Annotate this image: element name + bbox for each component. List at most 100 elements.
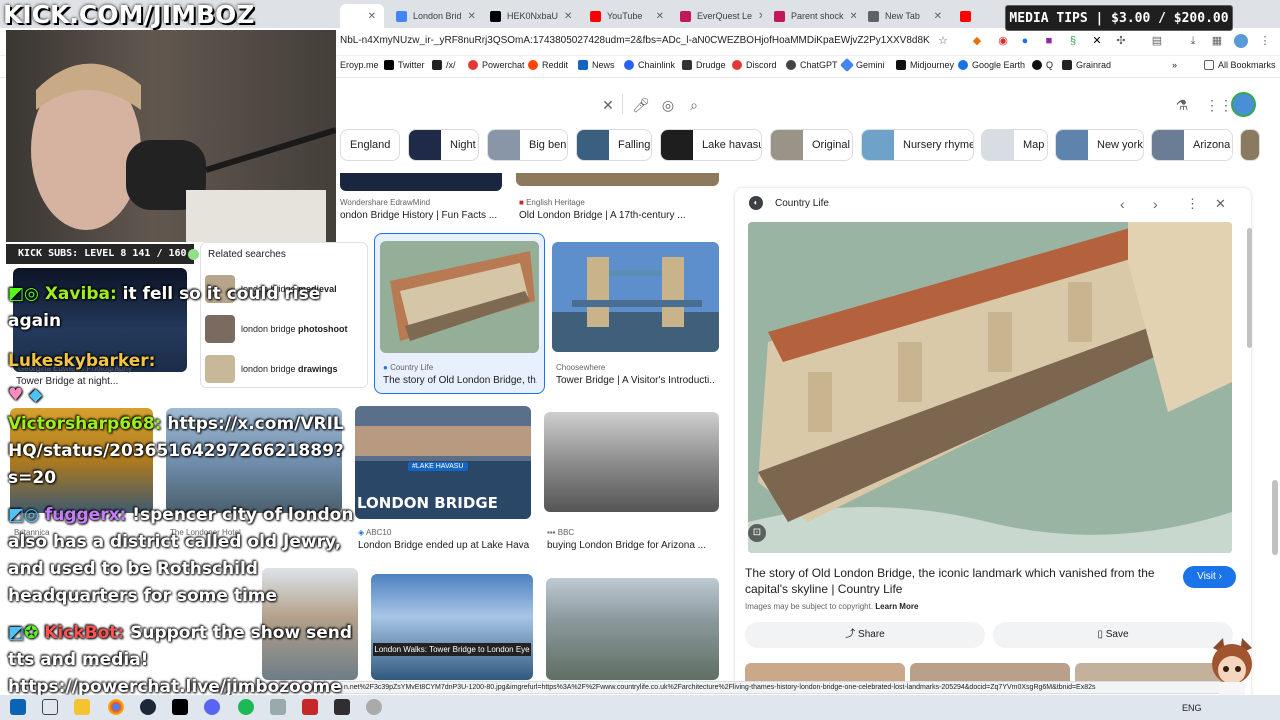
tab-new-tab[interactable]: New Tab ✕ — [860, 4, 950, 28]
related-item-photoshoot[interactable]: london bridge photoshoot — [205, 314, 365, 344]
learn-more-link[interactable]: Learn More — [875, 602, 918, 611]
chip-arizona[interactable]: Arizona — [1151, 129, 1233, 161]
close-icon[interactable]: ✕ — [934, 11, 942, 22]
result-image[interactable] — [340, 173, 502, 191]
bookmark-item[interactable]: News — [578, 60, 615, 70]
panel-title[interactable]: The story of Old London Bridge, the icon… — [745, 565, 1170, 597]
close-icon[interactable]: ✕ — [850, 11, 856, 22]
bookmark-item[interactable]: Grainrad — [1062, 60, 1111, 70]
windows-start-icon[interactable] — [10, 699, 26, 715]
extension-icon[interactable]: ■ — [1042, 34, 1056, 48]
sidepanel-icon[interactable]: ▤ — [1150, 34, 1164, 48]
labs-flask-icon[interactable]: ⚗ — [1173, 96, 1191, 114]
share-button[interactable]: ⤴ Share — [745, 622, 985, 648]
download-icon[interactable]: ⤓ — [1186, 34, 1200, 48]
chip-lake-havasu[interactable]: Lake havasu — [660, 129, 762, 161]
chip-new-york[interactable]: New york — [1055, 129, 1144, 161]
spotify-icon[interactable] — [238, 699, 254, 715]
mic-icon[interactable]: 🎤︎ — [632, 96, 650, 114]
tab-x-post[interactable]: HEK0NxbaU ✕ — [482, 4, 578, 28]
extension-icon[interactable]: ◉ — [996, 34, 1010, 48]
result-image[interactable] — [516, 173, 719, 186]
tab-current-partial[interactable]: ✕ — [340, 4, 384, 28]
close-icon[interactable]: ✕ — [656, 11, 664, 22]
close-icon[interactable]: ✕ — [368, 11, 376, 22]
bookmark-item[interactable]: Powerchat — [468, 60, 525, 70]
more-bookmarks-icon[interactable]: » — [1172, 60, 1177, 70]
close-icon[interactable]: ✕ — [564, 11, 572, 22]
tab-youtube-2[interactable] — [952, 4, 982, 28]
tab-everquest[interactable]: EverQuest Le✕ — [672, 4, 762, 28]
chrome-icon[interactable] — [108, 699, 124, 715]
search-icon[interactable]: ⌕ — [685, 96, 703, 114]
panel-site-name[interactable]: Country Life — [775, 198, 829, 209]
menu-kebab-icon[interactable]: ⋮ — [1258, 34, 1272, 48]
visit-button[interactable]: Visit › — [1183, 566, 1236, 588]
bookmark-item[interactable]: Reddit — [528, 60, 568, 70]
bookmark-item[interactable]: Q — [1032, 60, 1053, 70]
close-icon[interactable]: ✕ — [468, 11, 476, 22]
app-icon[interactable] — [366, 699, 382, 715]
bookmark-item[interactable]: Google Earth — [958, 60, 1025, 70]
tab-youtube[interactable]: YouTube ✕ — [582, 4, 672, 28]
extension-fox-icon[interactable]: ◆ — [970, 34, 984, 48]
result-title[interactable]: Tower Bridge | A Visitor's Introducti... — [556, 375, 716, 386]
preview-image-old-london-bridge[interactable] — [748, 222, 1232, 553]
save-button[interactable]: ▯ Save — [993, 622, 1233, 648]
bookmark-item[interactable]: Drudge — [682, 60, 726, 70]
app-icon[interactable] — [302, 699, 318, 715]
chip-map[interactable]: Map — [981, 129, 1048, 161]
bookmark-item[interactable]: Discord — [732, 60, 777, 70]
close-icon[interactable]: ✕ — [758, 11, 762, 22]
bookmark-item[interactable]: ChatGPT — [786, 60, 838, 70]
all-bookmarks[interactable]: All Bookmarks — [1204, 60, 1276, 70]
app-icon[interactable] — [270, 699, 286, 715]
profile-avatar-icon[interactable] — [1234, 34, 1248, 48]
task-view-icon[interactable] — [42, 699, 58, 715]
bookmark-item[interactable]: Midjourney — [896, 60, 954, 70]
file-explorer-icon[interactable] — [74, 699, 90, 715]
prev-arrow-icon[interactable]: ‹ — [1120, 196, 1125, 212]
x-extension-icon[interactable]: ✕ — [1090, 34, 1104, 48]
chip-nursery-rhyme[interactable]: Nursery rhyme — [861, 129, 974, 161]
bookmark-item[interactable]: Twitter — [384, 60, 425, 70]
bookmark-item[interactable]: Gemini — [839, 57, 885, 73]
bookmark-item[interactable]: /x/ — [432, 60, 456, 70]
result-image-old-london-bridge[interactable] — [380, 241, 539, 353]
chip-big-ben[interactable]: Big ben — [487, 129, 568, 161]
url-text[interactable]: NbL-n4XmyNUzw_ir-_yRF8nuRrj3QSOmA:174380… — [340, 35, 930, 46]
related-image[interactable] — [910, 663, 1070, 683]
next-arrow-icon[interactable]: › — [1153, 196, 1158, 212]
account-avatar[interactable] — [1231, 92, 1256, 117]
result-title[interactable]: London Bridge ended up at Lake Hava... — [358, 540, 530, 551]
extension-icon[interactable]: § — [1066, 34, 1080, 48]
chip-original[interactable]: Original — [770, 129, 853, 161]
lens-search-icon[interactable]: ⊡ — [748, 524, 766, 542]
more-options-icon[interactable]: ⋮ — [1186, 196, 1199, 212]
page-scrollbar[interactable] — [1272, 480, 1278, 555]
close-panel-icon[interactable]: ✕ — [1215, 196, 1226, 212]
extension-icon[interactable]: ▦ — [1210, 34, 1224, 48]
chip-england[interactable]: England — [340, 129, 400, 161]
bookmark-item[interactable]: Chainlink — [624, 60, 675, 70]
related-item-drawings[interactable]: london bridge drawings — [205, 354, 365, 384]
chip-partial[interactable] — [1240, 129, 1260, 161]
related-image[interactable] — [745, 663, 905, 683]
result-title[interactable]: buying London Bridge for Arizona ... — [547, 540, 717, 551]
language-indicator[interactable]: ENG — [1182, 703, 1202, 713]
result-image-aerial[interactable] — [546, 578, 719, 680]
steam-icon[interactable] — [140, 699, 156, 715]
result-title[interactable]: The story of Old London Bridge, th... — [383, 375, 537, 386]
tab-london-bridge[interactable]: London Brid ✕ — [388, 4, 478, 28]
result-image-bbc-old-photo[interactable] — [544, 412, 719, 512]
discord-icon[interactable] — [204, 699, 220, 715]
result-image-london-walks[interactable] — [371, 574, 533, 680]
extension-icon[interactable]: ● — [1018, 34, 1032, 48]
clear-search-icon[interactable]: ✕ — [599, 96, 617, 114]
lens-icon[interactable]: ◎ — [659, 96, 677, 114]
apps-grid-icon[interactable]: ⋮⋮ — [1205, 96, 1233, 114]
terminal-icon[interactable] — [172, 699, 188, 715]
bookmark-item[interactable]: Eroyp.me — [340, 60, 379, 70]
puzzle-icon[interactable]: ✣ — [1114, 34, 1128, 48]
tab-parent-shock[interactable]: Parent shock ✕ — [766, 4, 856, 28]
